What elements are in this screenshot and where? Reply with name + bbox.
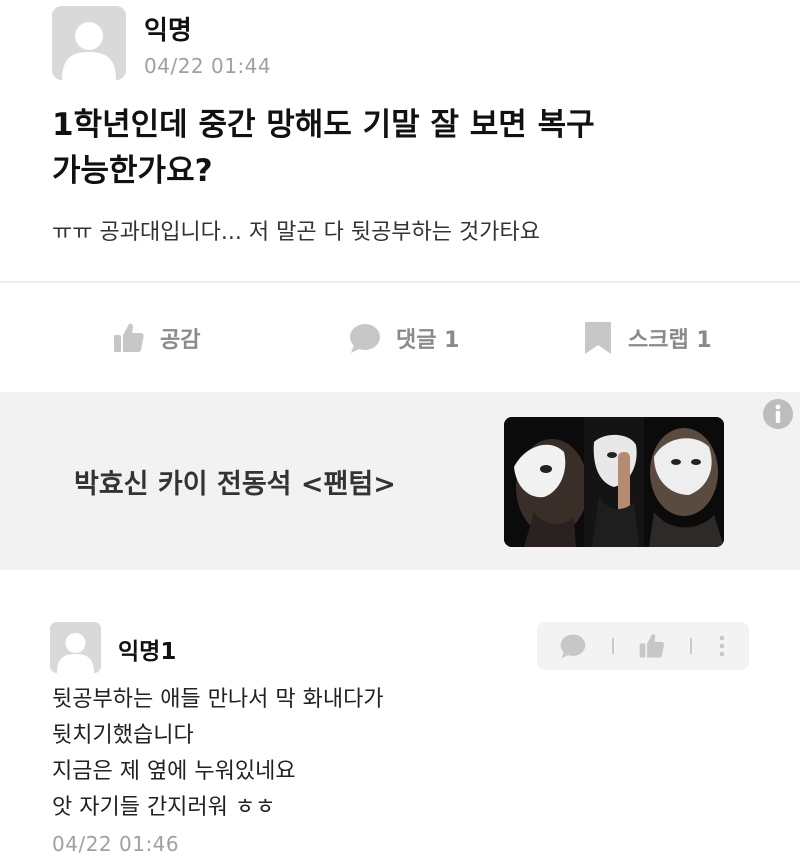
scrap-button[interactable]: 스크랩 1: [582, 318, 712, 358]
comment-avatar[interactable]: [50, 622, 101, 673]
info-circle-icon: [763, 399, 793, 429]
comment-text: 뒷공부하는 애들 만나서 막 화내다가 뒷치기했습니다 지금은 제 옆에 누워있…: [52, 682, 752, 826]
phantom-mask-poster-icon: [504, 417, 724, 547]
like-label: 공감: [160, 328, 201, 353]
ad-text: 박효신 카이 전동석 <팬텀>: [74, 469, 396, 500]
ad-image[interactable]: [504, 417, 724, 547]
comment-label: 댓글 1: [396, 328, 460, 353]
comment-bubble-icon: [350, 324, 380, 353]
more-icon[interactable]: [717, 634, 727, 658]
post-action-bar: 공감 댓글 1 스크랩 1: [0, 300, 800, 380]
divider: [0, 281, 800, 283]
thumbs-up-icon: [114, 323, 144, 352]
avatar-icon: [50, 622, 101, 673]
post-timestamp: 04/22 01:44: [144, 54, 272, 78]
post-title: 1학년인데 중간 망해도 기말 잘 보면 복구 가능한가요?: [52, 102, 742, 194]
post-header: 익명 04/22 01:44: [52, 6, 752, 82]
bookmark-icon: [585, 322, 611, 354]
comment-line: 앗 자기들 간지러워 ㅎㅎ: [52, 795, 276, 820]
like-icon[interactable]: [638, 632, 666, 660]
separator: [690, 638, 693, 654]
avatar-icon: [52, 6, 126, 80]
comment-timestamp: 04/22 01:46: [52, 832, 180, 856]
comment-item: 익명1 뒷공부하는 애들 만나서 막 화내다가 뒷치기했습니다 지금은 제 옆에…: [0, 600, 800, 865]
comment-author: 익명1: [118, 639, 177, 665]
post-page: 익명 04/22 01:44 1학년인데 중간 망해도 기말 잘 보면 복구 가…: [0, 0, 800, 865]
comment-line: 뒷공부하는 애들 만나서 막 화내다가: [52, 687, 384, 712]
post-title-line: 1학년인데 중간 망해도 기말 잘 보면 복구: [52, 107, 595, 143]
scrap-label: 스크랩 1: [628, 328, 712, 353]
comment-icon[interactable]: [559, 632, 587, 660]
info-icon[interactable]: [762, 398, 794, 430]
post-author: 익명: [144, 16, 192, 46]
post-body: ㅠㅠ 공과대입니다... 저 말곤 다 뒷공부하는 것가타요: [52, 220, 540, 245]
separator: [611, 638, 614, 654]
comment-action-bar: [537, 622, 749, 670]
comment-button[interactable]: 댓글 1: [348, 318, 459, 358]
avatar[interactable]: [52, 6, 126, 80]
ad-banner[interactable]: 박효신 카이 전동석 <팬텀>: [0, 392, 800, 570]
post-title-line: 가능한가요?: [52, 153, 213, 189]
comment-line: 뒷치기했습니다: [52, 723, 194, 748]
comment-line: 지금은 제 옆에 누워있네요: [52, 759, 296, 784]
like-button[interactable]: 공감: [112, 318, 200, 358]
